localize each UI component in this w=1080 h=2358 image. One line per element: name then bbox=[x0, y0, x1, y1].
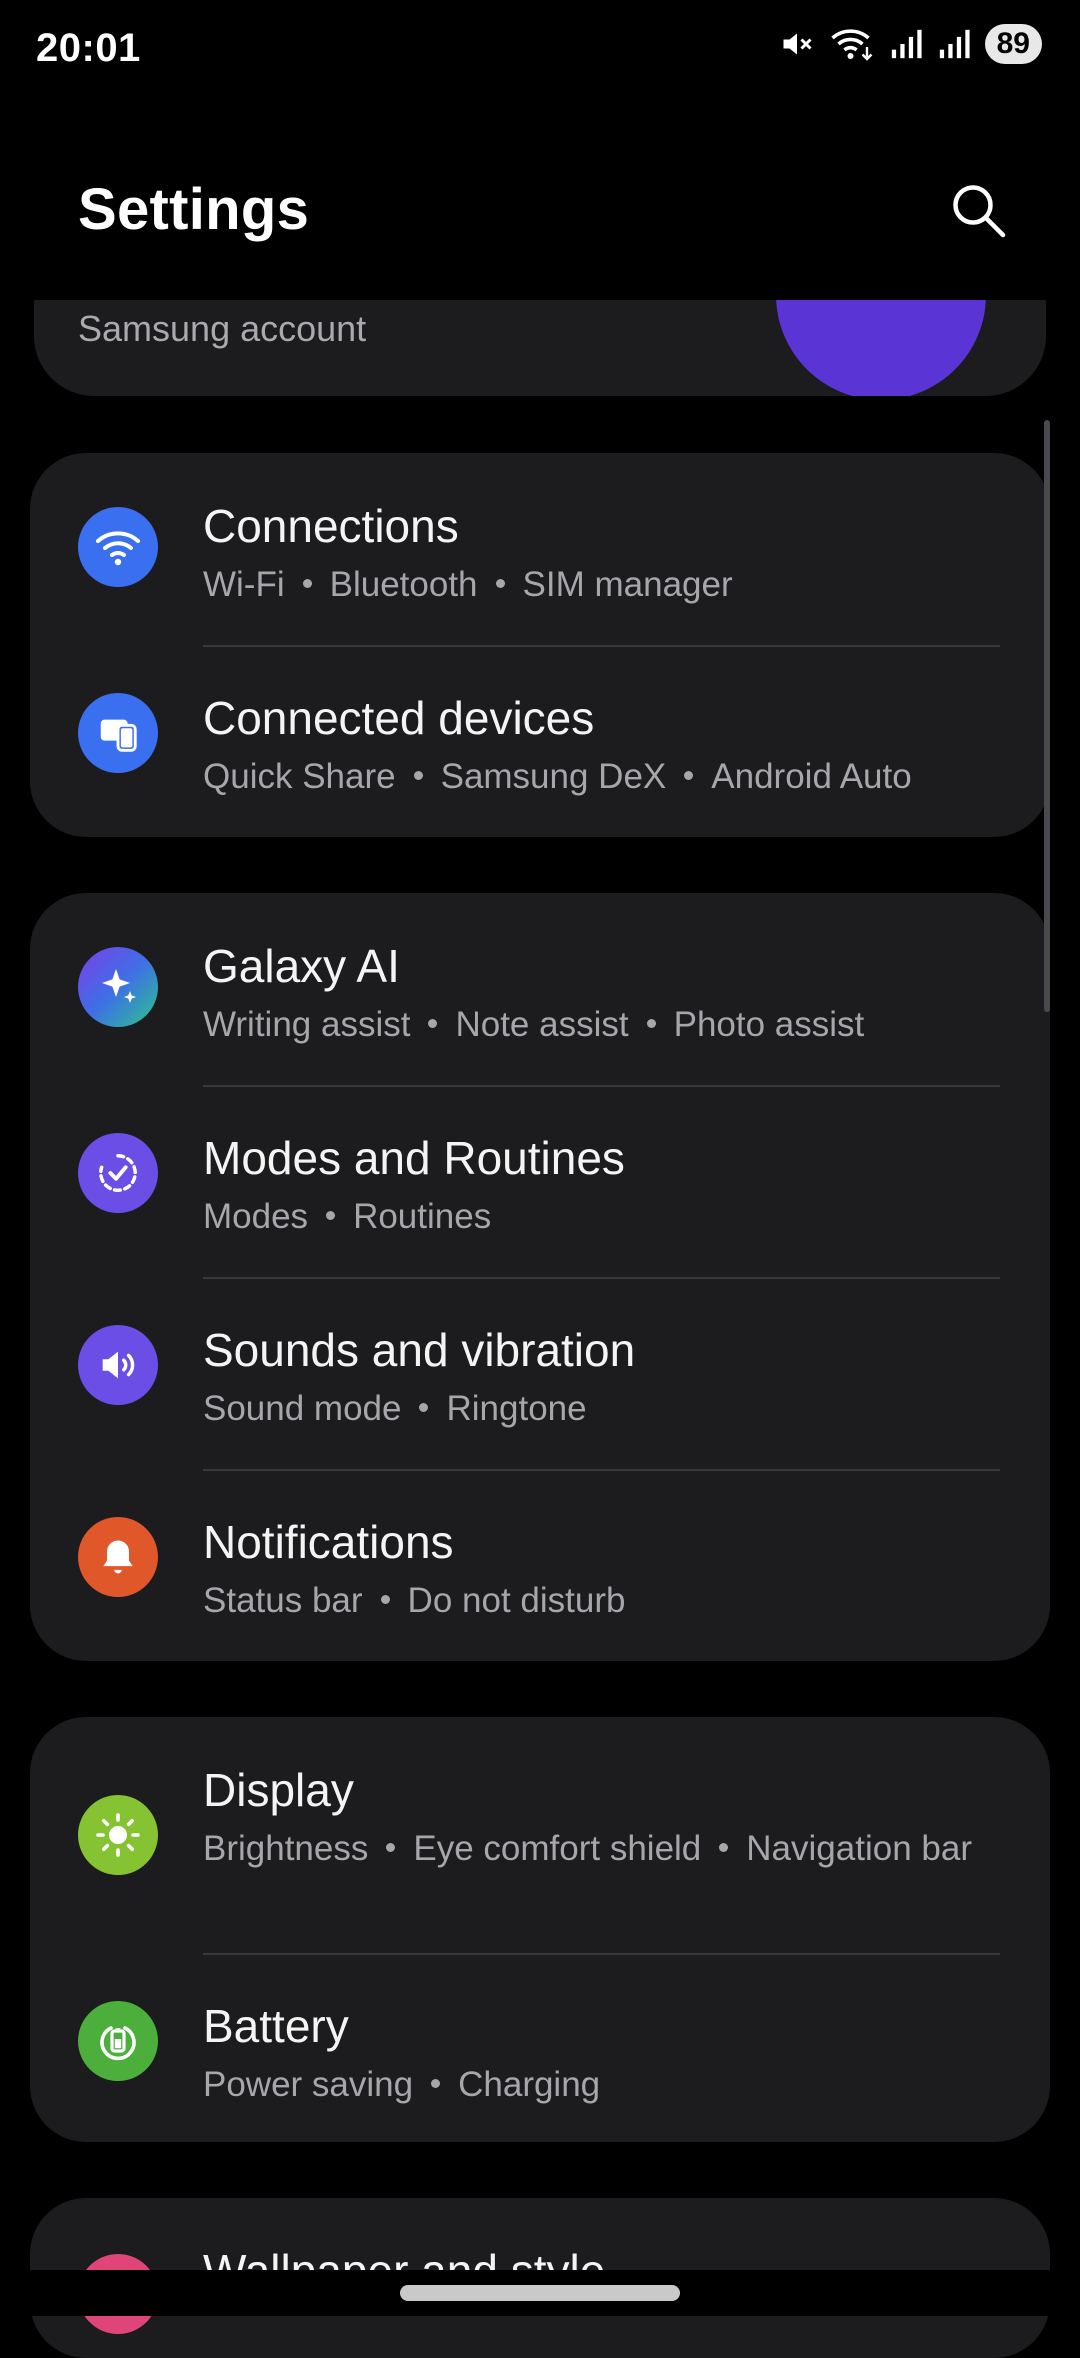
avatar bbox=[776, 300, 986, 396]
signal-2-icon bbox=[937, 27, 971, 61]
item-title: Connections bbox=[203, 500, 459, 552]
account-label: Samsung account bbox=[78, 308, 367, 349]
item-subtitle: Modes Routines bbox=[203, 1197, 492, 1236]
item-subtitle: Writing assist Note assist Photo assist bbox=[203, 1005, 865, 1044]
settings-item-connected-devices[interactable]: Connected devices Quick Share Samsung DeX… bbox=[30, 645, 1050, 837]
bell-icon bbox=[78, 1517, 158, 1597]
status-bar: 20:01 89 bbox=[0, 0, 1080, 96]
item-subtitle: Power saving Charging bbox=[203, 2065, 601, 2104]
sun-icon bbox=[78, 1795, 158, 1875]
settings-item-modes-and-routines[interactable]: Modes and Routines Modes Routines bbox=[30, 1085, 1050, 1277]
routine-check-icon bbox=[78, 1133, 158, 1213]
scrollbar[interactable] bbox=[1044, 420, 1050, 1012]
page-title: Settings bbox=[78, 177, 310, 242]
wifi-icon bbox=[829, 26, 875, 62]
item-title: Modes and Routines bbox=[203, 1132, 625, 1184]
item-subtitle: Wi-Fi Bluetooth SIM manager bbox=[203, 565, 733, 604]
item-title: Battery bbox=[203, 2000, 349, 2052]
battery-indicator: 89 bbox=[984, 24, 1042, 64]
settings-group-2: Galaxy AI Writing assist Note assist Photo… bbox=[30, 893, 1050, 1661]
speaker-icon bbox=[78, 1325, 158, 1405]
home-indicator[interactable] bbox=[400, 2285, 680, 2301]
item-title: Galaxy AI bbox=[203, 940, 400, 992]
settings-item-galaxy-ai[interactable]: Galaxy AI Writing assist Note assist Photo… bbox=[30, 893, 1050, 1085]
search-icon bbox=[953, 185, 1006, 238]
samsung-account-card[interactable]: Samsung account bbox=[34, 300, 1046, 396]
settings-item-display[interactable]: Display Brightness Eye comfort shield Navi… bbox=[30, 1717, 1050, 1953]
settings-group-3: Display Brightness Eye comfort shield Navi… bbox=[30, 1717, 1050, 2142]
item-subtitle: Quick Share Samsung DeX Android Auto bbox=[203, 757, 912, 796]
item-subtitle: Status bar Do not disturb bbox=[203, 1581, 626, 1620]
settings-item-sounds-and-vibration[interactable]: Sounds and vibration Sound mode Ringtone bbox=[30, 1277, 1050, 1469]
settings-item-connections[interactable]: Connections Wi-Fi Bluetooth SIM manager bbox=[30, 453, 1050, 645]
devices-icon bbox=[78, 693, 158, 773]
item-title: Notifications bbox=[203, 1516, 454, 1568]
item-subtitle: Brightness Eye comfort shield Navigation b… bbox=[203, 1829, 972, 1868]
settings-group-1: Connections Wi-Fi Bluetooth SIM manager Co… bbox=[30, 453, 1050, 837]
wifi-icon bbox=[78, 507, 158, 587]
mute-icon bbox=[779, 26, 815, 62]
status-icons: 89 bbox=[779, 24, 1042, 64]
settings-item-battery[interactable]: Battery Power saving Charging bbox=[30, 1953, 1050, 2142]
item-title: Display bbox=[203, 1764, 354, 1816]
status-time: 20:01 bbox=[36, 26, 141, 70]
signal-1-icon bbox=[889, 27, 923, 61]
item-title: Connected devices bbox=[203, 692, 595, 744]
search-button[interactable] bbox=[948, 180, 1008, 240]
item-title: Sounds and vibration bbox=[203, 1324, 636, 1376]
sparkle-icon bbox=[78, 947, 158, 1027]
item-subtitle: Sound mode Ringtone bbox=[203, 1389, 587, 1428]
battery-icon bbox=[78, 2001, 158, 2081]
settings-item-notifications[interactable]: Notifications Status bar Do not disturb bbox=[30, 1469, 1050, 1661]
